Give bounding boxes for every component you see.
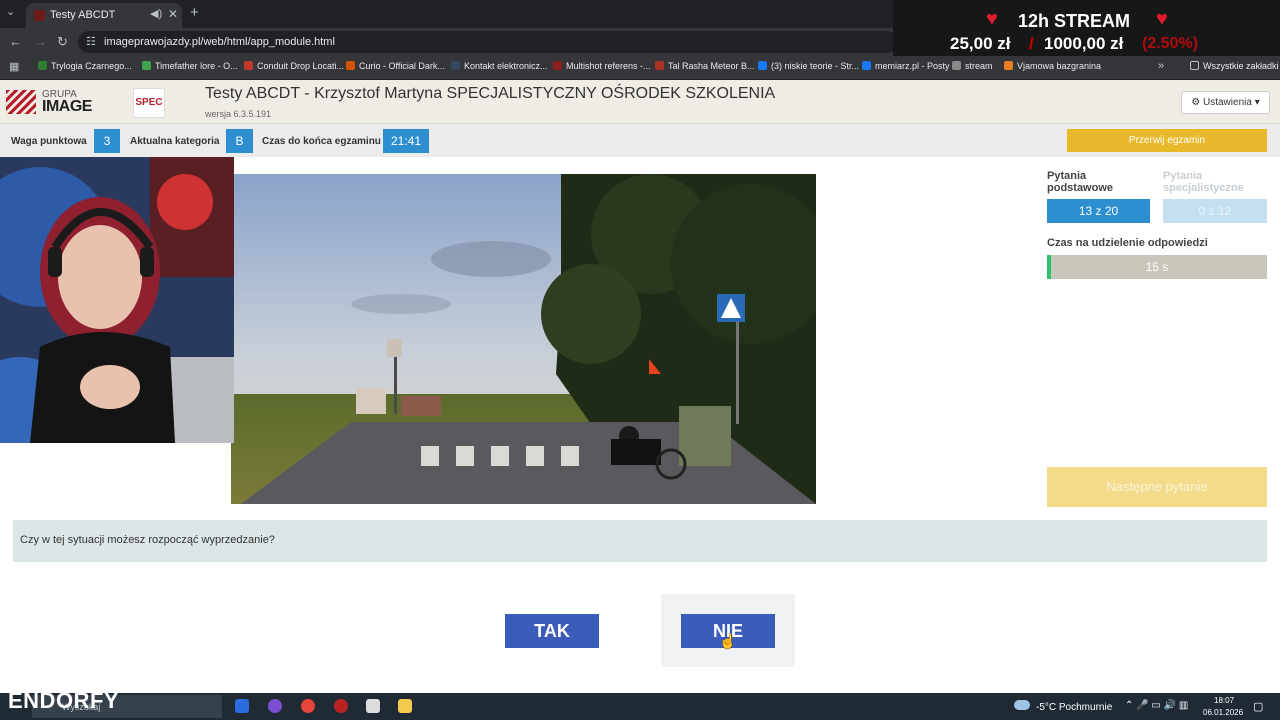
tab-search-icon[interactable]: ⌄ bbox=[6, 5, 15, 18]
answer-time-progress bbox=[1047, 255, 1051, 279]
weather-text[interactable]: -5°C Pochmurnie bbox=[1036, 702, 1112, 713]
answer-time-label: Czas na udzielenie odpowiedzi bbox=[1047, 237, 1208, 249]
forward-icon[interactable]: → bbox=[34, 34, 47, 49]
back-icon[interactable]: ← bbox=[9, 34, 22, 49]
goal-percent: (2.50%) bbox=[1142, 35, 1199, 52]
donation-goal: 1000,00 zł bbox=[1044, 34, 1124, 53]
taskbar-time[interactable]: 18:07 bbox=[1214, 696, 1234, 705]
spec-logo: SPEC bbox=[133, 88, 165, 118]
app-icon[interactable] bbox=[268, 699, 282, 713]
tab-audio-icon[interactable]: ◀) bbox=[150, 7, 162, 20]
bookmark-item[interactable]: Trylogia Czarnego... bbox=[38, 61, 132, 71]
browser-tab[interactable]: Testy ABCDT ◀) ✕ bbox=[26, 3, 182, 28]
bookmark-favicon-icon bbox=[38, 61, 47, 70]
bookmark-item[interactable]: Timefather lore - O... bbox=[142, 61, 238, 71]
category-label: Aktualna kategoria bbox=[130, 136, 220, 147]
settings-button[interactable]: ⚙ Ustawienia ▾ bbox=[1181, 91, 1270, 114]
bookmark-favicon-icon bbox=[451, 61, 460, 70]
stream-title: 12h STREAM bbox=[1018, 11, 1131, 31]
bookmark-favicon-icon bbox=[758, 61, 767, 70]
bookmark-item[interactable]: stream bbox=[952, 61, 993, 71]
time-left-value: 21:41 bbox=[383, 129, 429, 153]
time-left-label: Czas do końca egzaminu bbox=[262, 136, 381, 147]
page-title: Testy ABCDT - Krzysztof Martyna SPECJALI… bbox=[205, 85, 776, 102]
bookmark-item[interactable]: Conduit Drop Locati... bbox=[244, 61, 344, 71]
stop-exam-button[interactable]: Przerwij egzamin bbox=[1067, 129, 1267, 152]
question-video bbox=[231, 174, 816, 504]
reload-icon[interactable]: ↻ bbox=[57, 34, 68, 50]
bookmark-label: (3) niskie teorie - Str... bbox=[771, 61, 860, 71]
bookmark-label: Multishot referens -... bbox=[566, 61, 651, 71]
bookmark-label: Trylogia Czarnego... bbox=[51, 61, 132, 71]
system-tray-icons[interactable]: ⌃ 🎤 ▭ 🔊 ▥ bbox=[1125, 700, 1188, 711]
bookmark-favicon-icon bbox=[655, 61, 664, 70]
bookmark-label: Conduit Drop Locati... bbox=[257, 61, 345, 71]
bookmark-label: Vjamowa bazgranina bbox=[1017, 61, 1102, 71]
folder-icon bbox=[1190, 61, 1199, 70]
heart-icon: ♥ bbox=[986, 8, 998, 30]
bookmark-item[interactable]: memiarz.pl - Posty bbox=[862, 61, 950, 71]
hand-cursor-icon: ☝ bbox=[719, 633, 737, 649]
endorfy-watermark: ENDORFY bbox=[8, 688, 120, 713]
notification-icon[interactable]: ▢ bbox=[1253, 700, 1263, 713]
url-text: imageprawojazdy.pl/web/html/app_module.h… bbox=[104, 36, 335, 48]
webcam-feed bbox=[0, 157, 234, 443]
special-questions-label: Pytania specjalistyczne bbox=[1163, 170, 1244, 194]
bookmark-label: Timefather lore - O... bbox=[155, 61, 238, 71]
bookmark-label: Tal Rasha Meteor B... bbox=[668, 61, 755, 71]
file-explorer-icon[interactable] bbox=[398, 699, 412, 713]
bookmark-item[interactable]: Curio - Official Dark... bbox=[346, 61, 445, 71]
bookmark-label: Curio - Official Dark... bbox=[359, 61, 445, 71]
bookmark-label: memiarz.pl - Posty bbox=[875, 61, 950, 71]
tab-close-icon[interactable]: ✕ bbox=[168, 7, 178, 21]
app-icon[interactable] bbox=[334, 699, 348, 713]
next-question-button[interactable]: Następne pytanie bbox=[1047, 467, 1267, 507]
special-questions-count: 0 z 12 bbox=[1163, 199, 1267, 223]
bookmark-label: stream bbox=[965, 61, 993, 71]
taskbar-date[interactable]: 06.01.2026 bbox=[1203, 708, 1243, 717]
bookmark-item[interactable]: Multishot referens -... bbox=[553, 61, 651, 71]
bookmark-favicon-icon bbox=[346, 61, 355, 70]
bookmark-favicon-icon bbox=[862, 61, 871, 70]
webcam-overlay bbox=[0, 157, 234, 443]
basic-questions-label: Pytania podstawowe bbox=[1047, 170, 1114, 194]
all-bookmarks-link[interactable]: Wszystkie zakładki bbox=[1190, 61, 1279, 71]
tab-favicon-icon bbox=[34, 10, 45, 21]
apps-grid-icon[interactable]: ▦ bbox=[9, 60, 19, 73]
bookmark-item[interactable]: Kontakt elektronicz... bbox=[451, 61, 548, 71]
answer-yes-button[interactable]: TAK bbox=[505, 614, 599, 648]
bookmark-favicon-icon bbox=[553, 61, 562, 70]
weight-label: Waga punktowa bbox=[11, 136, 87, 147]
question-text: Czy w tej sytuacji możesz rozpocząć wypr… bbox=[13, 520, 1267, 562]
new-tab-icon[interactable]: + bbox=[190, 4, 199, 21]
gear-icon: ⚙ bbox=[1191, 97, 1201, 108]
caret-down-icon: ▾ bbox=[1254, 97, 1260, 108]
bookmark-favicon-icon bbox=[1004, 61, 1013, 70]
basic-questions-count: 13 z 20 bbox=[1047, 199, 1150, 223]
tab-title: Testy ABCDT bbox=[50, 9, 116, 21]
more-bookmarks-icon[interactable]: » bbox=[1158, 60, 1164, 72]
copilot-icon[interactable] bbox=[235, 699, 249, 713]
chrome-icon[interactable] bbox=[301, 699, 315, 713]
bookmark-item[interactable]: Vjamowa bazgranina bbox=[1004, 61, 1101, 71]
heart-icon: ♥ bbox=[1156, 8, 1168, 30]
bookmark-label: Kontakt elektronicz... bbox=[464, 61, 548, 71]
donation-amount: 25,00 zł bbox=[950, 34, 1011, 53]
bookmark-item[interactable]: Tal Rasha Meteor B... bbox=[655, 61, 755, 71]
app-icon[interactable] bbox=[366, 699, 380, 713]
answer-time-bar: 15 s bbox=[1047, 255, 1267, 279]
goal-separator: / bbox=[1029, 34, 1034, 53]
bookmark-favicon-icon bbox=[952, 61, 961, 70]
site-info-icon[interactable]: ☷ bbox=[86, 35, 96, 48]
bookmark-favicon-icon bbox=[244, 61, 253, 70]
category-value: B bbox=[226, 129, 253, 153]
bookmark-favicon-icon bbox=[142, 61, 151, 70]
app-version: wersja 6.3.5.191 bbox=[205, 109, 272, 119]
bookmark-item[interactable]: (3) niskie teorie - Str... bbox=[758, 61, 859, 71]
video-scene bbox=[231, 174, 816, 504]
cloud-icon bbox=[1014, 700, 1030, 710]
weight-value: 3 bbox=[94, 129, 120, 153]
